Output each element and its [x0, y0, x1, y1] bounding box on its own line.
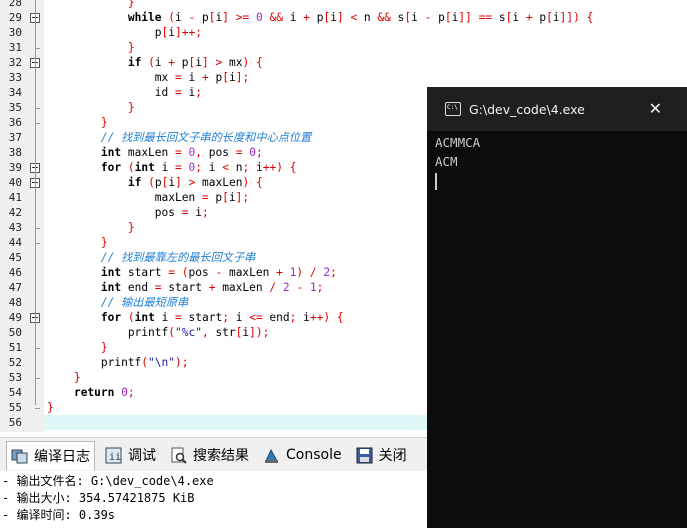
console-output-line: ACM	[435, 154, 458, 169]
code-text: while (i - p[i] >= 0 && i + p[i] < n && …	[127, 11, 594, 24]
code-text: // 找到最长回文子串的长度和中心点位置	[100, 131, 312, 144]
line-number: 48	[8, 296, 22, 309]
code-text: if (p[i] > maxLen) {	[127, 176, 263, 189]
code-text: }	[47, 401, 54, 414]
line-number: 52	[8, 356, 22, 369]
fold-end-tick	[35, 228, 40, 229]
line-number: 55	[8, 401, 22, 414]
debug-icon: ii	[105, 447, 122, 464]
fold-end-tick	[35, 348, 40, 349]
line-number: 56	[8, 416, 22, 429]
fold-end-tick	[35, 108, 40, 109]
line-number: 45	[8, 251, 22, 264]
code-text: }	[127, 101, 135, 114]
line-number: 39	[8, 161, 22, 174]
tab-debug[interactable]: ii 调试	[101, 441, 160, 469]
line-number: 31	[8, 41, 22, 54]
compile-log-output: - 输出文件名: G:\dev_code\4.exe - 输出大小: 354.5…	[0, 471, 427, 528]
code-text: p[i]++;	[47, 26, 203, 39]
tab-compile-log[interactable]: 编译日志	[6, 440, 95, 470]
line-number: 42	[8, 206, 22, 219]
code-text: int start = (pos - maxLen + 1) / 2;	[100, 266, 337, 279]
console-icon	[263, 447, 280, 464]
code-text: }	[127, 221, 135, 234]
fold-end-tick	[35, 378, 40, 379]
code-text: if (i + p[i] > mx) {	[127, 56, 263, 69]
line-number: 30	[8, 26, 22, 39]
code-line[interactable]: 56	[9, 415, 427, 430]
code-line[interactable]: 30 p[i]++;	[0, 25, 687, 40]
code-text: printf("\n");	[47, 356, 189, 369]
code-text: }	[127, 41, 135, 54]
compile-log-icon	[11, 447, 28, 464]
code-text: int maxLen = 0, pos = 0;	[100, 146, 263, 159]
code-text: }	[100, 341, 108, 354]
close-panel-icon	[356, 447, 373, 464]
line-number: 51	[8, 341, 22, 354]
line-number: 28	[8, 0, 22, 9]
search-results-icon	[170, 447, 187, 464]
console-window[interactable]: C:\ G:\dev_code\4.exe ✕ ACMMCA ACM	[427, 87, 687, 528]
console-titlebar[interactable]: C:\ G:\dev_code\4.exe ✕	[427, 87, 687, 131]
code-text: int end = start + maxLen / 2 - 1;	[100, 281, 324, 294]
line-number: 38	[8, 146, 22, 159]
line-number: 41	[8, 191, 22, 204]
line-number: 29	[8, 11, 22, 24]
code-text: id = i;	[47, 86, 202, 99]
close-icon[interactable]: ✕	[649, 99, 662, 118]
console-app-icon: C:\	[445, 102, 461, 116]
code-text: }	[127, 0, 135, 9]
code-line[interactable]: 31 }	[0, 40, 687, 55]
line-number: 49	[8, 311, 22, 324]
fold-end-tick	[35, 123, 40, 124]
line-number: 35	[8, 101, 22, 114]
code-text: for (int i = 0; i < n; i++) {	[100, 161, 297, 174]
bottom-panel-tabs: 编译日志 ii 调试 搜索结果 Console 关闭	[0, 437, 427, 472]
line-number: 43	[8, 221, 22, 234]
line-number: 37	[8, 131, 22, 144]
line-number: 53	[8, 371, 22, 384]
fold-end-tick	[35, 243, 40, 244]
line-number: 50	[8, 326, 22, 339]
code-text: // 输出最短原串	[100, 296, 189, 309]
console-output-line: ACMMCA	[435, 135, 481, 150]
code-text: maxLen = p[i];	[47, 191, 250, 204]
console-title: G:\dev_code\4.exe	[469, 101, 585, 117]
log-line: - 输出大小: 354.57421875 KiB	[2, 491, 195, 505]
log-line: - 输出文件名: G:\dev_code\4.exe	[2, 474, 214, 488]
fold-end-tick	[35, 408, 40, 409]
tab-console[interactable]: Console	[259, 441, 346, 469]
code-line[interactable]: 28 }	[0, 0, 687, 10]
tab-close[interactable]: 关闭	[352, 441, 411, 469]
code-text: printf("%c", str[i]);	[47, 326, 270, 339]
log-line: - 编译时间: 0.39s	[2, 508, 116, 522]
line-number: 44	[8, 236, 22, 249]
line-number: 40	[8, 176, 22, 189]
svg-text:ii: ii	[109, 452, 121, 463]
code-line[interactable]: 29 while (i - p[i] >= 0 && i + p[i] < n …	[0, 10, 687, 25]
text-cursor	[435, 173, 437, 190]
line-number: 33	[8, 71, 22, 84]
line-number: 36	[8, 116, 22, 129]
code-text: mx = i + p[i];	[47, 71, 250, 84]
code-text: }	[100, 236, 108, 249]
line-number: 46	[8, 266, 22, 279]
line-number: 47	[8, 281, 22, 294]
line-number: 34	[8, 86, 22, 99]
line-number: 32	[8, 56, 22, 69]
fold-end-tick	[35, 48, 40, 49]
line-number: 54	[8, 386, 22, 399]
code-text: }	[100, 116, 108, 129]
fold-guide	[35, 0, 36, 405]
code-text: for (int i = start; i <= end; i++) {	[100, 311, 344, 324]
code-line[interactable]: 33 mx = i + p[i];	[0, 70, 687, 85]
tab-search-results[interactable]: 搜索结果	[166, 441, 253, 469]
code-line[interactable]: 32 if (i + p[i] > mx) {	[0, 55, 687, 70]
code-text: // 找到最靠左的最长回文子串	[100, 251, 256, 264]
code-text: }	[73, 371, 81, 384]
code-text: return 0;	[73, 386, 135, 399]
code-text: pos = i;	[47, 206, 209, 219]
